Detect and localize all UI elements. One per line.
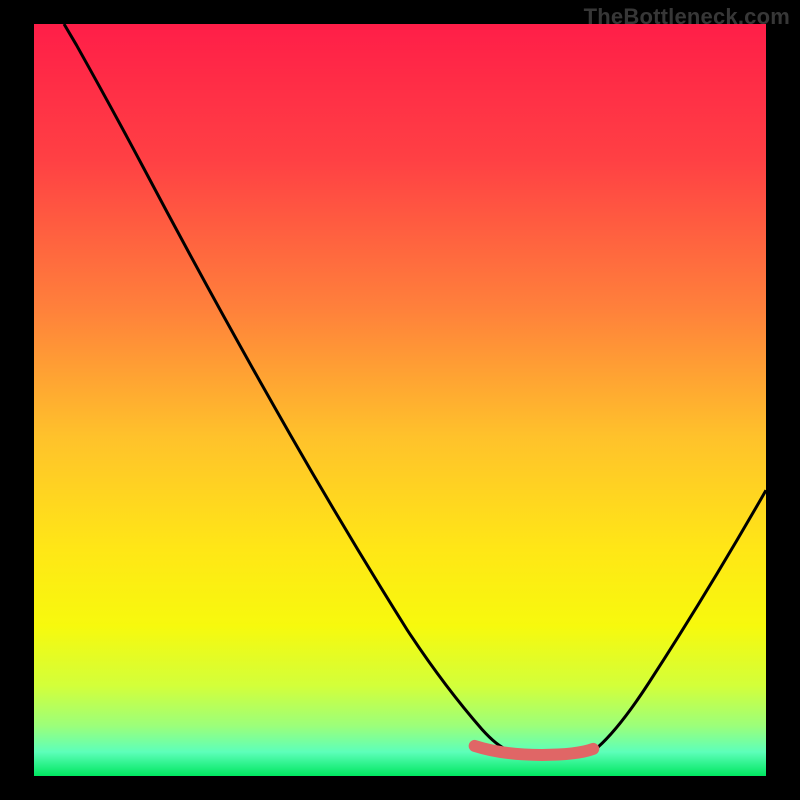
chart-frame: TheBottleneck.com xyxy=(0,0,800,800)
gradient-background xyxy=(34,24,766,776)
plot-area xyxy=(34,24,766,776)
bottleneck-plot xyxy=(34,24,766,776)
watermark-text: TheBottleneck.com xyxy=(584,4,790,30)
